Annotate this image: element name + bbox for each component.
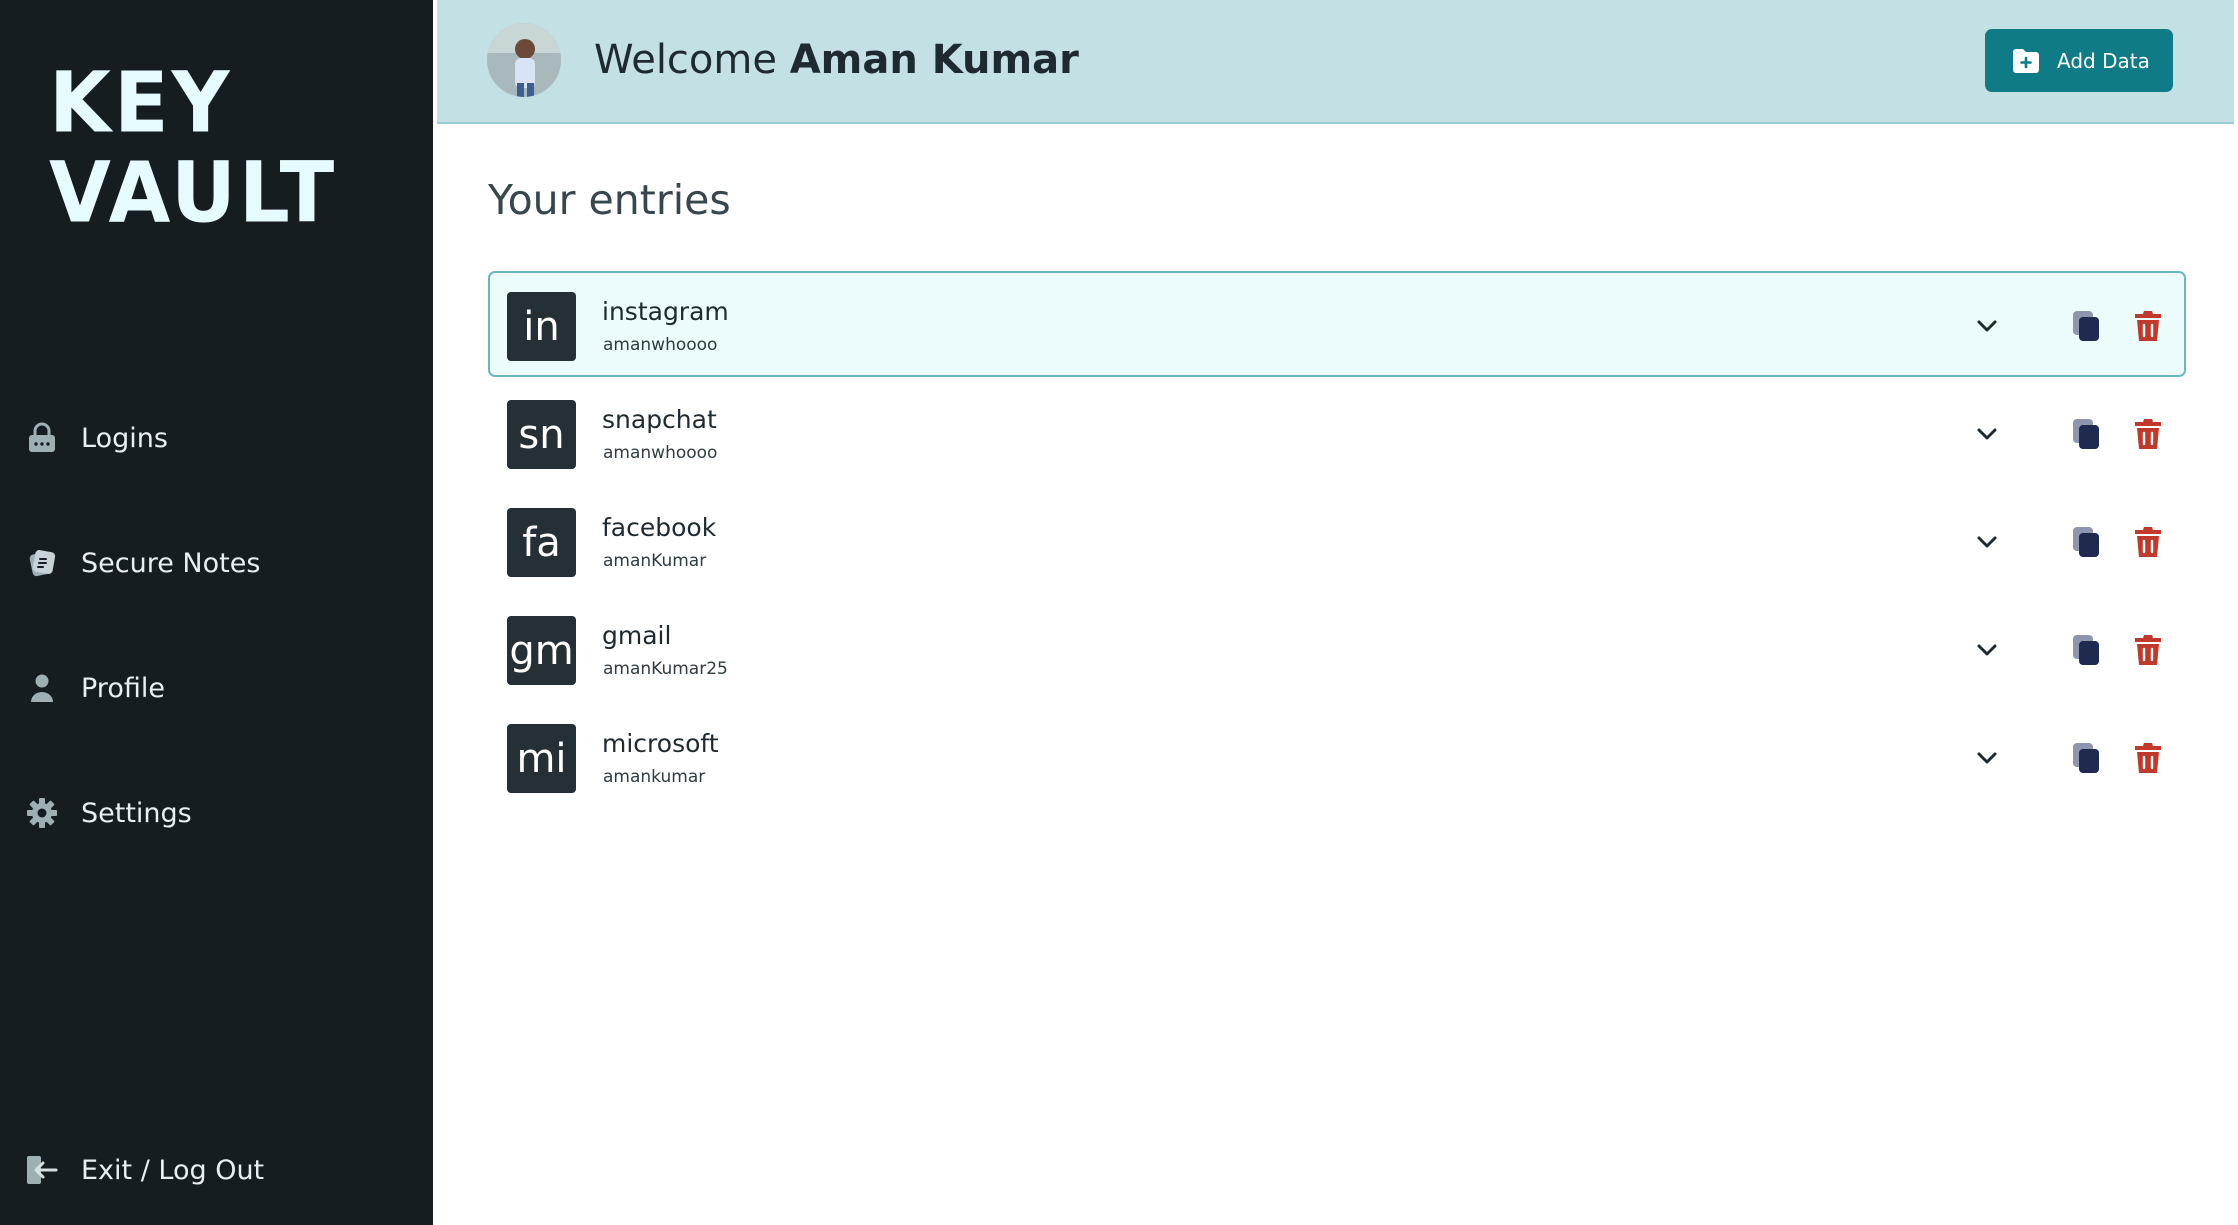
chevron-down-icon[interactable] [1973,420,2001,448]
chevron-down-icon[interactable] [1973,744,2001,772]
entry-row[interactable]: gm gmail amanKumar25 [488,595,2186,701]
trash-icon[interactable] [2133,309,2163,343]
logo-line-1: KEY [49,53,233,152]
trash-icon[interactable] [2133,417,2163,451]
copy-icon[interactable] [2070,525,2104,559]
site-initials-badge: in [507,292,576,361]
sidebar-item-label: Profile [81,672,165,704]
site-name: snapchat [602,405,717,434]
chevron-down-icon[interactable] [1973,528,2001,556]
copy-icon[interactable] [2070,417,2104,451]
site-name: instagram [602,297,729,326]
site-initials-badge: fa [507,508,576,577]
site-name: facebook [602,513,717,542]
trash-icon[interactable] [2133,633,2163,667]
logout-label: Exit / Log Out [81,1154,265,1186]
folder-plus-icon [2011,46,2041,76]
site-name: microsoft [602,729,719,758]
chevron-down-icon[interactable] [1973,312,2001,340]
avatar[interactable] [487,23,561,97]
site-username: amanKumar25 [603,659,728,679]
add-data-label: Add Data [2057,48,2150,73]
sidebar-item-label: Settings [81,797,192,829]
trash-icon[interactable] [2133,525,2163,559]
logo-line-2: VAULT [49,143,338,242]
sidebar-item-profile[interactable]: Profile [26,663,165,713]
top-header: Welcome Aman Kumar Add Data [437,0,2234,124]
entry-row[interactable]: fa facebook amanKumar [488,487,2186,593]
site-username: amanwhoooo [603,443,718,463]
site-initials-badge: mi [507,724,576,793]
site-initials-badge: gm [507,616,576,685]
sidebar: KEY VAULT Logins Secure Notes Profile Se… [0,0,433,1225]
app-logo: KEY VAULT [49,53,338,242]
entry-row[interactable]: in instagram amanwhoooo [488,271,2186,377]
entry-row[interactable]: mi microsoft amankumar [488,703,2186,809]
lock-icon [26,422,58,454]
page-title: Your entries [488,176,731,224]
copy-icon[interactable] [2070,309,2104,343]
site-username: amankumar [603,767,706,787]
entry-row[interactable]: sn snapchat amanwhoooo [488,379,2186,485]
welcome-message: Welcome Aman Kumar [594,30,1079,90]
site-username: amanwhoooo [603,335,718,355]
logout-arrow-icon [26,1154,58,1186]
note-icon [26,547,58,579]
copy-icon[interactable] [2070,741,2104,775]
sidebar-item-logins[interactable]: Logins [26,413,168,463]
sidebar-item-settings[interactable]: Settings [26,788,192,838]
user-name: Aman Kumar [789,37,1079,83]
trash-icon[interactable] [2133,741,2163,775]
entries-list: in instagram amanwhoooo sn snapchat aman… [488,271,2186,811]
sidebar-item-secure-notes[interactable]: Secure Notes [26,538,260,588]
copy-icon[interactable] [2070,633,2104,667]
site-name: gmail [602,621,672,650]
site-initials-badge: sn [507,400,576,469]
sidebar-item-label: Logins [81,422,168,454]
gear-icon [26,797,58,829]
welcome-prefix: Welcome [594,37,777,83]
add-data-button[interactable]: Add Data [1985,29,2173,92]
person-icon [26,672,58,704]
site-username: amanKumar [603,551,707,571]
logout-button[interactable]: Exit / Log Out [26,1145,264,1195]
chevron-down-icon[interactable] [1973,636,2001,664]
sidebar-item-label: Secure Notes [81,547,261,579]
